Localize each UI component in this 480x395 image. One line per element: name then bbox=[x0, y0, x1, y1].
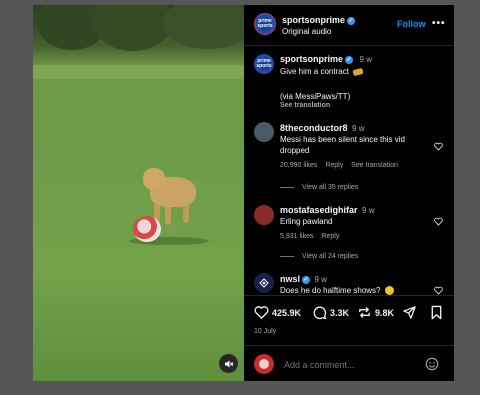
comment-avatar[interactable] bbox=[254, 273, 274, 293]
follow-button[interactable]: Follow bbox=[397, 19, 426, 29]
comment-text-body: Does he do halftime shows? bbox=[280, 286, 381, 295]
caption-username[interactable]: sportsonprime ✓ 9 w bbox=[280, 54, 372, 64]
reply-button[interactable]: Reply bbox=[321, 233, 339, 240]
comments-count[interactable]: 3.3K bbox=[330, 308, 349, 318]
emoji-picker-icon[interactable] bbox=[425, 357, 439, 371]
video-path bbox=[33, 65, 244, 79]
replies-divider bbox=[280, 186, 294, 188]
header-username-text[interactable]: sportsonprime bbox=[282, 15, 345, 25]
view-replies-label[interactable]: View all 35 replies bbox=[302, 184, 358, 191]
caption-text: Give him a contract bbox=[280, 67, 364, 77]
mute-button[interactable] bbox=[219, 354, 238, 373]
comment-username[interactable]: mostafasedighifar 9 w bbox=[280, 205, 375, 215]
see-translation-link[interactable]: See translation bbox=[280, 102, 330, 109]
view-replies-button[interactable]: View all 35 replies bbox=[280, 184, 358, 191]
reposts-count[interactable]: 9.8K bbox=[375, 308, 394, 318]
verified-icon: ✓ bbox=[302, 275, 311, 284]
post-header: prime sports sportsonprime ✓ Original aud… bbox=[244, 5, 454, 46]
comment-username-text[interactable]: 8theconductor8 bbox=[280, 123, 348, 133]
caption-avatar-logo: prime sports bbox=[256, 57, 272, 71]
comment-text-line: Erling pawland bbox=[280, 217, 333, 226]
likes-count[interactable]: 425.9K bbox=[272, 308, 301, 318]
comment-text-line: dropped bbox=[280, 146, 310, 155]
audio-label[interactable]: Original audio bbox=[282, 27, 331, 36]
avatar-ball-graphic bbox=[259, 359, 269, 369]
more-options-button[interactable]: ••• bbox=[432, 18, 446, 29]
comment-likes[interactable]: 20,990 likes bbox=[280, 162, 317, 169]
comment-text-line: Does he do halftime shows? bbox=[280, 286, 394, 296]
replies-divider bbox=[280, 255, 294, 257]
speaker-muted-icon bbox=[224, 360, 233, 367]
header-username[interactable]: sportsonprime ✓ bbox=[282, 15, 356, 25]
comment-text-line: Messi has been silent since this vid bbox=[280, 135, 405, 144]
post-actions: 425.9K 3.3K 9.8K 10 July bbox=[244, 295, 454, 346]
comment-username[interactable]: nwsl ✓ 9 w bbox=[280, 274, 327, 284]
bookmark-icon[interactable] bbox=[430, 305, 443, 320]
comment-likes[interactable]: 5,931 likes bbox=[280, 233, 313, 240]
view-replies-button[interactable]: View all 24 replies bbox=[280, 253, 358, 260]
football bbox=[133, 216, 161, 242]
avatar[interactable]: prime sports bbox=[254, 13, 276, 35]
view-replies-label[interactable]: View all 24 replies bbox=[302, 253, 358, 260]
caption-credit: (via MessiPaws/TT) bbox=[280, 92, 351, 101]
comment-username-text[interactable]: nwsl bbox=[280, 274, 300, 284]
post-date[interactable]: 10 July bbox=[254, 328, 276, 335]
comment-meta: 20,990 likes Reply See translation bbox=[280, 162, 398, 169]
post-modal: prime sports sportsonprime ✓ Original aud… bbox=[33, 5, 454, 381]
post-sidebar: prime sports sportsonprime ✓ Original aud… bbox=[244, 5, 454, 381]
comment-time: 9 w bbox=[314, 275, 327, 284]
comment-time: 9 w bbox=[352, 124, 365, 133]
verified-icon: ✓ bbox=[347, 16, 356, 25]
comment-input[interactable] bbox=[282, 356, 416, 374]
verified-icon: ✓ bbox=[345, 55, 354, 64]
video-trees bbox=[33, 5, 244, 63]
dog-head bbox=[143, 168, 165, 190]
like-heart-icon[interactable] bbox=[254, 305, 269, 320]
comment-bar bbox=[244, 345, 454, 381]
comment-avatar[interactable] bbox=[254, 122, 274, 142]
avatar-logo: prime sports bbox=[257, 17, 273, 31]
like-comment-heart-icon[interactable] bbox=[434, 142, 443, 151]
comment-avatar[interactable] bbox=[254, 205, 274, 225]
video-player[interactable] bbox=[33, 5, 244, 381]
caption-username-text[interactable]: sportsonprime bbox=[280, 54, 343, 64]
caption-time: 9 w bbox=[359, 55, 372, 64]
comment-time: 9 w bbox=[362, 206, 375, 215]
like-comment-heart-icon[interactable] bbox=[434, 217, 443, 226]
comment-see-translation[interactable]: See translation bbox=[351, 162, 398, 169]
caption-text-body: Give him a contract bbox=[280, 67, 349, 76]
reply-button[interactable]: Reply bbox=[325, 162, 343, 169]
comment-meta: 5,931 likes Reply bbox=[280, 233, 339, 240]
caption-avatar[interactable]: prime sports bbox=[254, 54, 274, 74]
nwsl-logo-icon bbox=[259, 278, 269, 288]
like-comment-heart-icon[interactable] bbox=[434, 286, 443, 295]
comment-username-text[interactable]: mostafasedighifar bbox=[280, 205, 358, 215]
comment-bubble-icon[interactable] bbox=[312, 305, 327, 320]
pen-emoji-icon bbox=[352, 67, 364, 77]
current-user-avatar[interactable] bbox=[254, 354, 274, 374]
share-send-icon[interactable] bbox=[402, 305, 417, 320]
repost-icon[interactable] bbox=[357, 305, 372, 320]
comment-username[interactable]: 8theconductor8 9 w bbox=[280, 123, 364, 133]
